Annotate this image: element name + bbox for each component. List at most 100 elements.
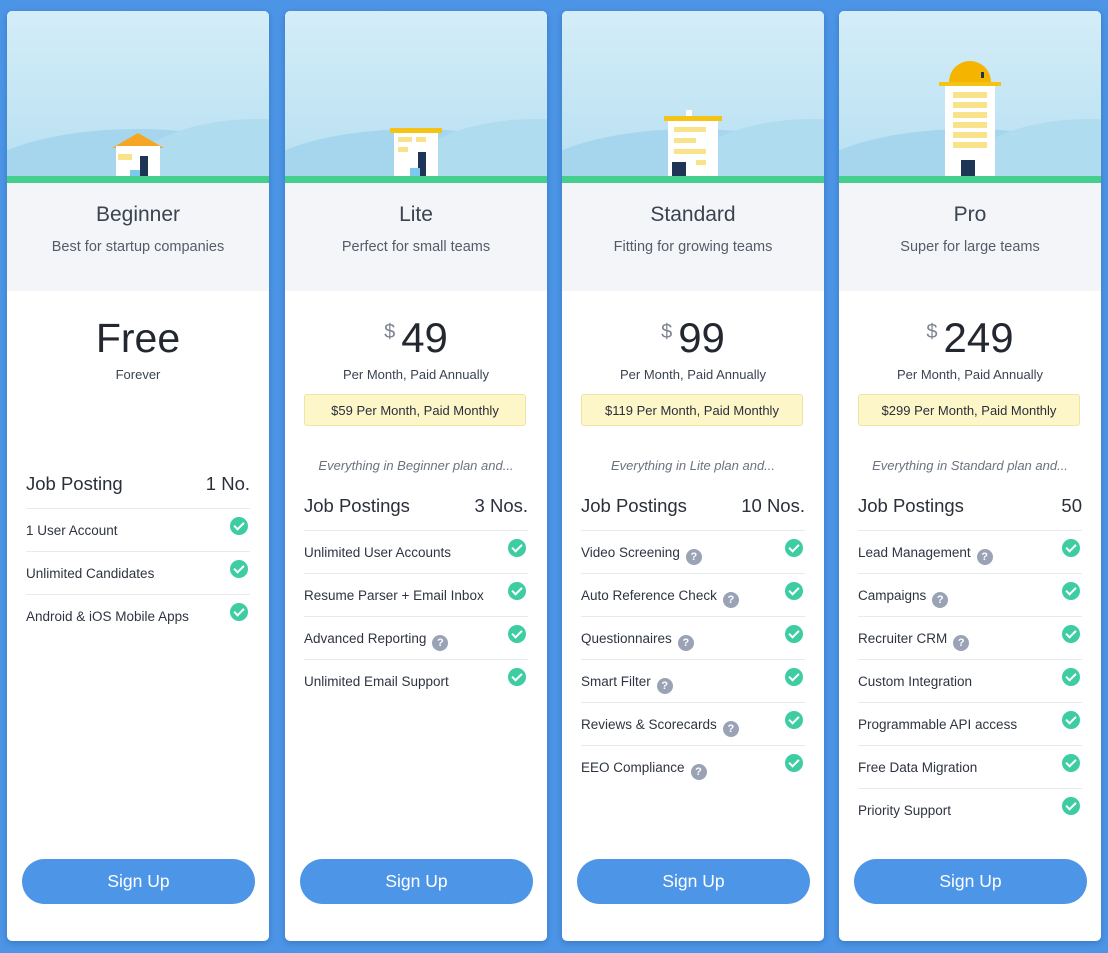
currency-symbol: $ [384,321,396,343]
help-icon[interactable]: ? [685,549,702,565]
feature-label: Recruiter CRM? [858,631,970,651]
check-icon [1062,797,1080,815]
help-icon[interactable]: ? [976,549,993,565]
job-postings-value: 3 Nos. [474,495,528,516]
feature-text: Priority Support [858,803,952,818]
feature-item: Advanced Reporting? [304,616,528,659]
feature-label: Priority Support [858,803,951,818]
plan-description: Perfect for small teams [341,239,491,255]
check-icon [785,754,803,772]
feature-text: Campaigns [858,588,927,603]
price-amount: Free [95,315,181,361]
plan-header: Beginner Best for startup companies [7,183,269,291]
inherited-features-note: Everything in Standard plan and... [872,458,1068,473]
check-icon [1062,711,1080,729]
plan-price: $99 [562,313,824,363]
job-postings-value: 50 [1061,495,1082,516]
grass-strip [285,176,547,183]
help-icon[interactable]: ? [722,721,739,737]
feature-label: Advanced Reporting? [304,631,449,651]
feature-label: Unlimited User Accounts [304,545,451,560]
feature-text: Questionnaires [581,631,672,646]
plan-name: Pro [953,203,987,226]
feature-list: Lead Management? Campaigns? Recruiter CRM?… [858,530,1082,831]
check-icon [785,539,803,557]
job-postings-row: Job Postings 10 Nos. [581,495,805,519]
feature-label: 1 User Account [26,523,118,538]
job-postings-value: 10 Nos. [741,495,805,516]
currency-symbol: $ [661,321,673,343]
sign-up-button[interactable]: Sign Up [22,859,255,904]
job-postings-row: Job Postings 3 Nos. [304,495,528,519]
job-postings-value: 1 No. [205,473,250,494]
inherited-features-note: Everything in Lite plan and... [610,458,776,473]
feature-label: Unlimited Email Support [304,674,449,689]
feature-label: Video Screening? [581,545,702,565]
building-icon [112,133,164,176]
feature-item: Free Data Migration [858,745,1082,788]
sign-up-button[interactable]: Sign Up [577,859,810,904]
feature-item: Unlimited Candidates [26,551,250,594]
help-icon[interactable]: ? [722,592,739,608]
plan-description: Super for large teams [900,239,1040,255]
check-icon [1062,754,1080,772]
feature-text: Android & iOS Mobile Apps [26,609,189,624]
feature-label: Lead Management? [858,545,993,565]
feature-item: Recruiter CRM? [858,616,1082,659]
feature-label: Smart Filter? [581,674,673,694]
grass-strip [7,176,269,183]
check-icon [508,539,526,557]
price-billing-note: Per Month, Paid Annually [343,367,489,382]
feature-text: Reviews & Scorecards [581,717,717,732]
feature-text: Unlimited Candidates [26,566,155,581]
help-icon[interactable]: ? [690,764,707,780]
monthly-price-badge: $59 Per Month, Paid Monthly [304,394,526,426]
check-icon [230,560,248,578]
feature-item: Custom Integration [858,659,1082,702]
feature-item: Auto Reference Check? [581,573,805,616]
help-icon[interactable]: ? [953,635,970,651]
check-icon [1062,625,1080,643]
currency-symbol: $ [926,321,938,343]
job-postings-label: Job Postings [858,495,964,516]
help-icon[interactable]: ? [656,678,673,694]
plan-illustration [7,11,269,183]
check-icon [1062,668,1080,686]
feature-item: Unlimited Email Support [304,659,528,702]
help-icon[interactable]: ? [432,635,449,651]
feature-label: Android & iOS Mobile Apps [26,609,189,624]
plan-name: Standard [650,203,736,226]
check-icon [785,625,803,643]
feature-text: EEO Compliance [581,760,685,775]
price-billing-note: Forever [115,367,161,382]
sign-up-button[interactable]: Sign Up [854,859,1087,904]
check-icon [785,668,803,686]
feature-text: Free Data Migration [858,760,978,775]
feature-list: Video Screening? Auto Reference Check? Que… [581,530,805,788]
feature-item: Campaigns? [858,573,1082,616]
check-icon [230,603,248,621]
feature-list: Unlimited User Accounts Resume Parser + E… [304,530,528,702]
job-postings-label: Job Postings [581,495,687,516]
help-icon[interactable]: ? [932,592,949,608]
feature-item: EEO Compliance? [581,745,805,788]
feature-item: Resume Parser + Email Inbox [304,573,528,616]
sign-up-button[interactable]: Sign Up [300,859,533,904]
feature-item: Video Screening? [581,530,805,573]
feature-text: 1 User Account [26,523,118,538]
feature-item: Questionnaires? [581,616,805,659]
check-icon [1062,582,1080,600]
help-icon[interactable]: ? [677,635,694,651]
plan-price: $249 [839,313,1101,363]
feature-item: Reviews & Scorecards? [581,702,805,745]
check-icon [785,582,803,600]
feature-text: Resume Parser + Email Inbox [304,588,484,603]
feature-label: EEO Compliance? [581,760,707,780]
monthly-price-badge: $299 Per Month, Paid Monthly [858,394,1080,426]
feature-list: 1 User Account Unlimited Candidates Androi… [26,508,250,637]
feature-text: Custom Integration [858,674,973,689]
feature-label: Campaigns? [858,588,949,608]
pricing-card-pro: Pro Super for large teams $249 Per Month… [839,11,1101,941]
job-postings-label: Job Postings [304,495,410,516]
plan-illustration [285,11,547,183]
